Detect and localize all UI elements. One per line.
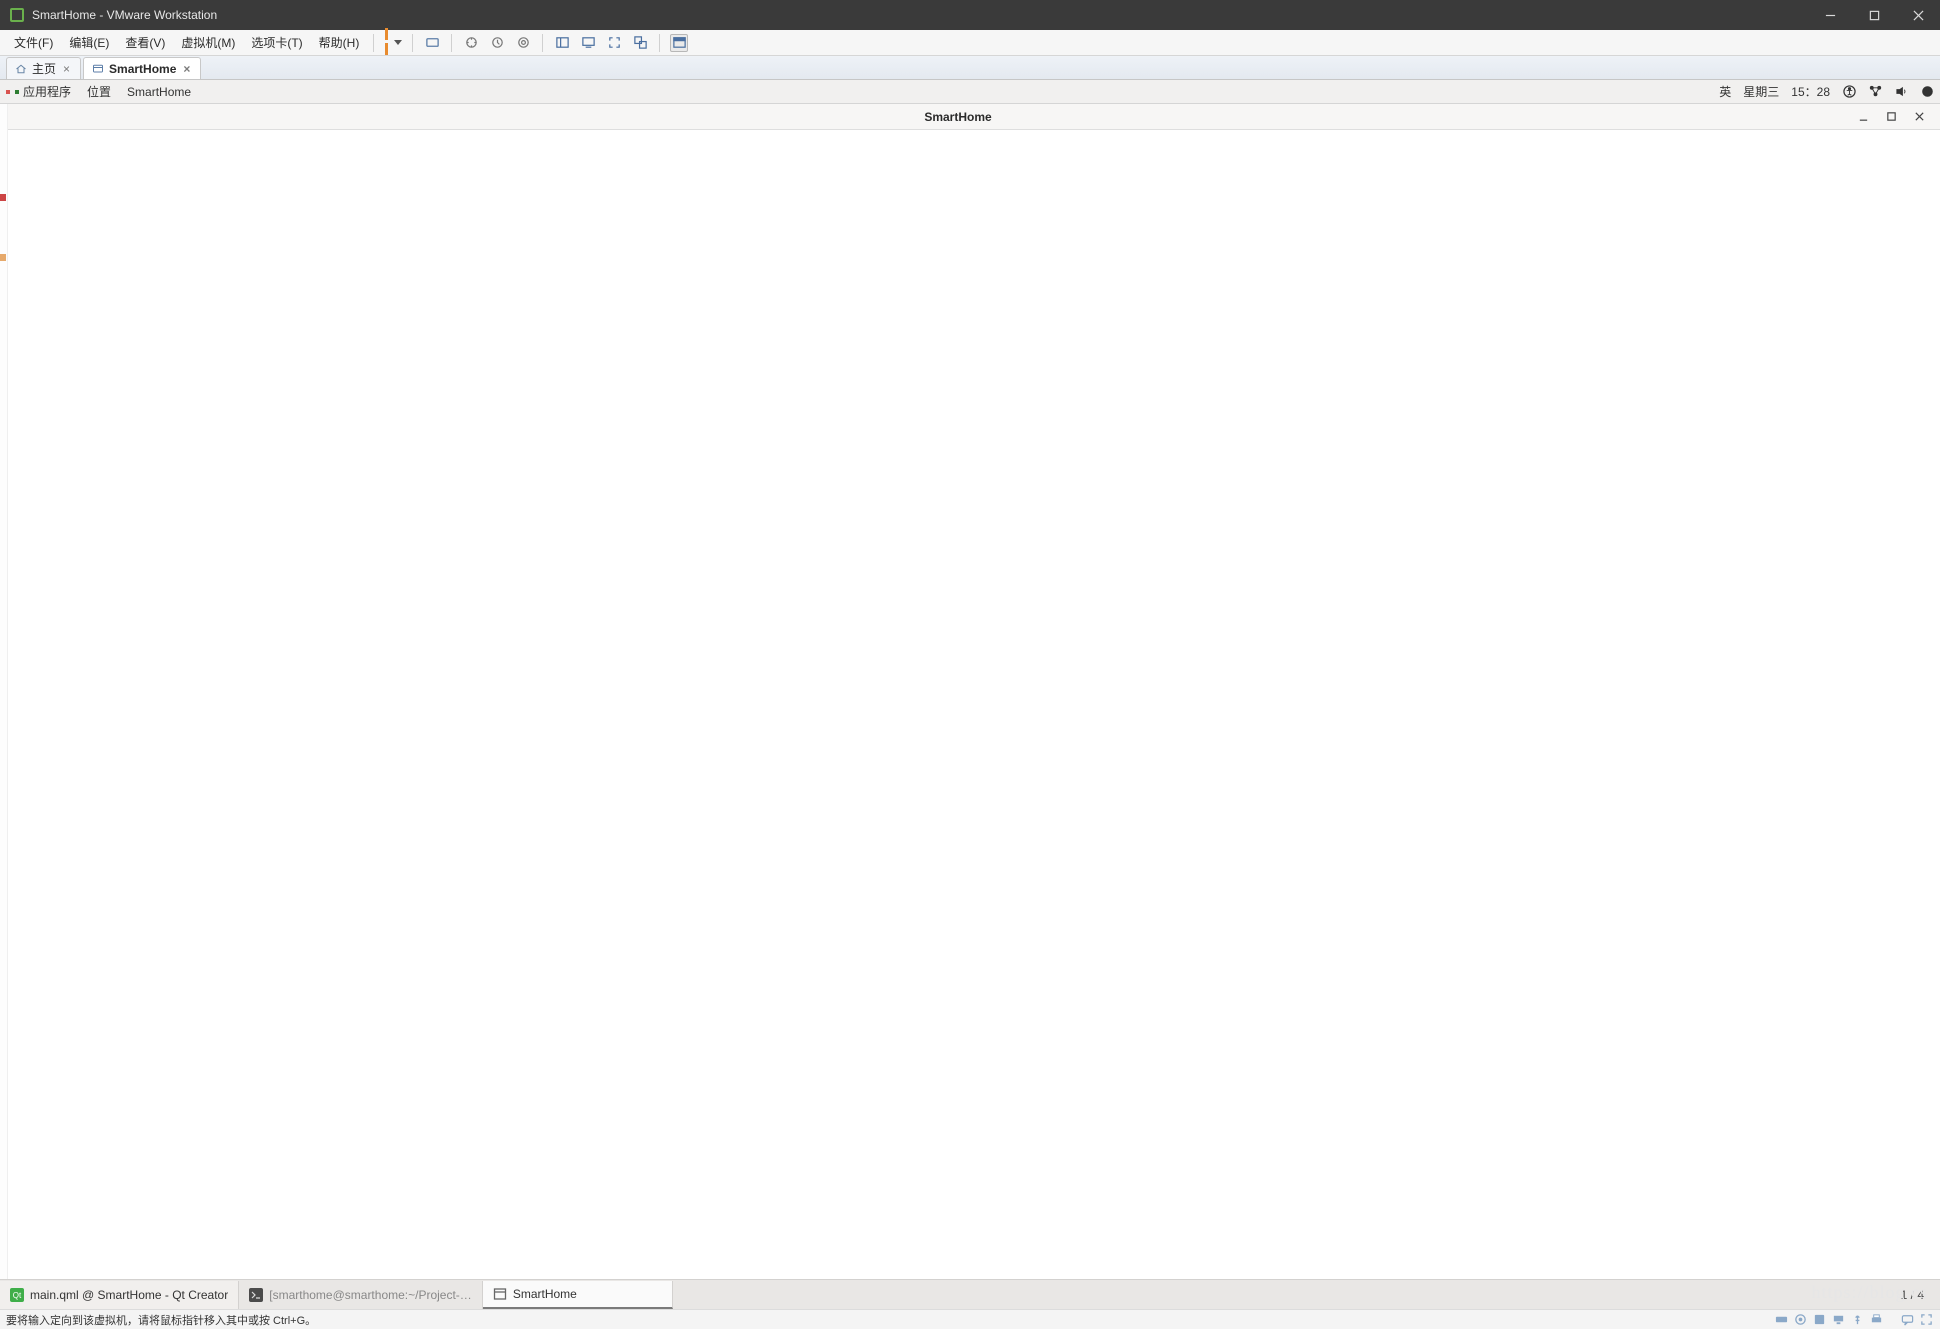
guest-app-minimize[interactable] bbox=[1856, 110, 1870, 124]
status-hd-icon[interactable] bbox=[1774, 1312, 1789, 1327]
vmware-menu-bar: 文件(F) 编辑(E) 查看(V) 虚拟机(M) 选项卡(T) 帮助(H) bbox=[0, 30, 1940, 56]
status-floppy-icon[interactable] bbox=[1812, 1312, 1827, 1327]
vmware-status-bar: 要将输入定向到该虚拟机，请将鼠标指针移入其中或按 Ctrl+G。 bbox=[0, 1309, 1940, 1329]
status-printer-icon[interactable] bbox=[1869, 1312, 1884, 1327]
task-label: [smarthome@smarthome:~/Project-… bbox=[269, 1288, 472, 1302]
maximize-button[interactable] bbox=[1852, 0, 1896, 30]
taskbar-task-smarthome[interactable]: SmartHome bbox=[483, 1281, 673, 1309]
terminal-icon bbox=[249, 1288, 263, 1302]
show-sidebar-icon[interactable] bbox=[553, 34, 571, 52]
status-message: 要将输入定向到该虚拟机，请将鼠标指针移入其中或按 Ctrl+G。 bbox=[6, 1312, 316, 1328]
power-icon[interactable] bbox=[1920, 85, 1934, 99]
accessibility-icon[interactable] bbox=[1842, 85, 1856, 99]
stretch-guest-icon[interactable] bbox=[605, 34, 623, 52]
guest-top-panel: 应用程序 位置 SmartHome 英 星期三 15：28 bbox=[0, 80, 1940, 104]
menu-edit[interactable]: 编辑(E) bbox=[61, 30, 117, 56]
unity-mode-icon[interactable] bbox=[631, 34, 649, 52]
vmware-title-bar: SmartHome - VMware Workstation bbox=[0, 0, 1940, 30]
apps-icon bbox=[6, 90, 10, 94]
vmware-logo-icon bbox=[10, 8, 24, 22]
home-icon bbox=[15, 63, 27, 75]
tab-guest-label: SmartHome bbox=[109, 62, 176, 76]
status-message-icon[interactable] bbox=[1900, 1312, 1915, 1327]
pause-vm-button[interactable] bbox=[384, 34, 402, 52]
vm-icon bbox=[92, 63, 104, 75]
guest-app-close[interactable] bbox=[1912, 110, 1926, 124]
tab-guest[interactable]: SmartHome × bbox=[83, 57, 201, 79]
guest-day: 星期三 bbox=[1743, 83, 1779, 100]
guest-taskbar: Qt main.qml @ SmartHome - Qt Creator [sm… bbox=[0, 1279, 1940, 1309]
apps-icon bbox=[15, 90, 19, 94]
network-icon[interactable] bbox=[1868, 85, 1882, 99]
guest-applications-menu[interactable]: 应用程序 bbox=[6, 83, 71, 100]
vmware-tab-strip: 主页 × SmartHome × bbox=[0, 56, 1940, 80]
guest-places-menu[interactable]: 位置 bbox=[87, 83, 111, 100]
tab-guest-close[interactable]: × bbox=[181, 63, 192, 75]
guest-lang-indicator[interactable]: 英 bbox=[1719, 83, 1731, 100]
task-label: main.qml @ SmartHome - Qt Creator bbox=[30, 1288, 228, 1302]
workspace-total: 4 bbox=[1917, 1288, 1924, 1302]
menu-file[interactable]: 文件(F) bbox=[6, 30, 61, 56]
tab-home-label: 主页 bbox=[32, 60, 56, 77]
guest-app-maximize[interactable] bbox=[1884, 110, 1898, 124]
snapshot-manager-icon[interactable] bbox=[514, 34, 532, 52]
volume-icon[interactable] bbox=[1894, 85, 1908, 99]
window-title: SmartHome - VMware Workstation bbox=[32, 8, 1808, 22]
send-ctrl-alt-del-icon[interactable] bbox=[423, 34, 441, 52]
close-button[interactable] bbox=[1896, 0, 1940, 30]
workspace-indicator[interactable]: 1 / 4 bbox=[1885, 1288, 1940, 1302]
left-gutter bbox=[0, 104, 8, 1279]
snapshot-revert-icon[interactable] bbox=[488, 34, 506, 52]
menu-vm[interactable]: 虚拟机(M) bbox=[173, 30, 243, 56]
guest-time: 15：28 bbox=[1791, 83, 1830, 100]
taskbar-task-qtcreator[interactable]: Qt main.qml @ SmartHome - Qt Creator bbox=[0, 1281, 239, 1309]
menu-view[interactable]: 查看(V) bbox=[117, 30, 173, 56]
status-expand-icon[interactable] bbox=[1919, 1312, 1934, 1327]
tab-home[interactable]: 主页 × bbox=[6, 57, 81, 79]
fullscreen-icon[interactable] bbox=[670, 34, 688, 52]
guest-app-menu[interactable]: SmartHome bbox=[127, 85, 191, 99]
window-icon bbox=[493, 1287, 507, 1301]
minimize-button[interactable] bbox=[1808, 0, 1852, 30]
status-usb-icon[interactable] bbox=[1850, 1312, 1865, 1327]
status-cd-icon[interactable] bbox=[1793, 1312, 1808, 1327]
tab-home-close[interactable]: × bbox=[61, 63, 72, 75]
taskbar-task-terminal[interactable]: [smarthome@smarthome:~/Project-… bbox=[239, 1281, 483, 1309]
snapshot-take-icon[interactable] bbox=[462, 34, 480, 52]
guest-apps-label: 应用程序 bbox=[23, 83, 71, 100]
menu-tabs[interactable]: 选项卡(T) bbox=[243, 30, 310, 56]
status-network-icon[interactable] bbox=[1831, 1312, 1846, 1327]
menu-help[interactable]: 帮助(H) bbox=[311, 30, 368, 56]
guest-app-title: SmartHome bbox=[60, 110, 1856, 124]
qtcreator-icon: Qt bbox=[10, 1288, 24, 1302]
guest-app-titlebar: SmartHome bbox=[0, 104, 1940, 130]
task-label: SmartHome bbox=[513, 1287, 577, 1301]
svg-text:Qt: Qt bbox=[13, 1291, 22, 1300]
show-console-icon[interactable] bbox=[579, 34, 597, 52]
guest-app-canvas[interactable] bbox=[0, 130, 1940, 1279]
